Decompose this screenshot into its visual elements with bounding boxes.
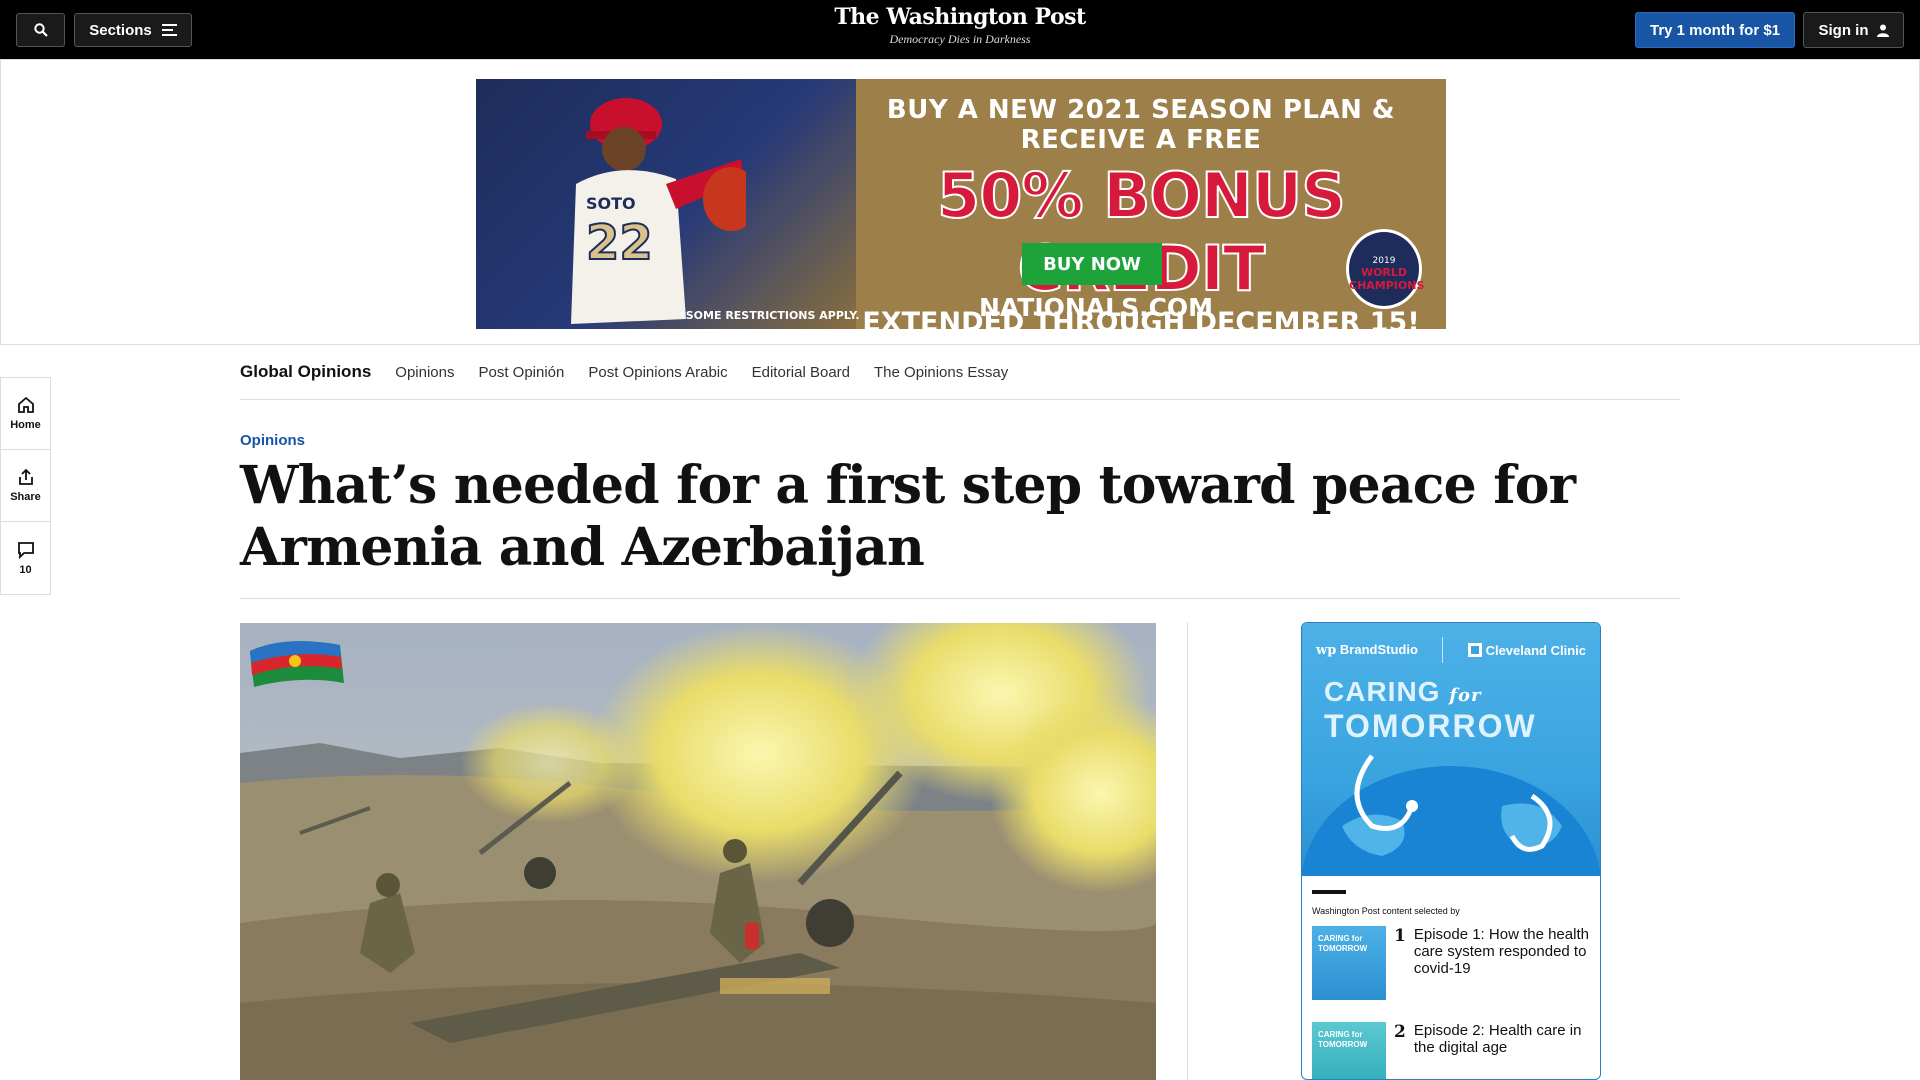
headline-divider	[240, 598, 1680, 599]
title-for: for	[1449, 685, 1482, 706]
cleveland-clinic-logo: Cleveland Clinic	[1467, 642, 1586, 658]
subnav-item-post-opinion[interactable]: Post Opinión	[478, 364, 564, 381]
subnav-item-opinions-essay[interactable]: The Opinions Essay	[874, 364, 1008, 381]
subscribe-trial-button[interactable]: Try 1 month for $1	[1635, 12, 1795, 48]
sign-in-button[interactable]: Sign in	[1803, 12, 1904, 48]
episode-1-title[interactable]: Episode 1: How the health care system re…	[1414, 926, 1590, 1000]
brandstudio-header-art: wp BrandStudio Cleveland Clinic CARING f…	[1302, 623, 1600, 876]
home-rail-label: Home	[10, 419, 41, 431]
site-logo: The Washington Post	[834, 4, 1086, 30]
top-navigation-bar: Sections The Washington Post Democracy D…	[0, 0, 1920, 59]
masthead-logo[interactable]: The Washington Post Democracy Dies in Da…	[760, 4, 1160, 47]
brandstudio-series-title: CARING for TOMORROW	[1302, 663, 1600, 743]
article-kicker[interactable]: Opinions	[240, 432, 305, 449]
nationals-ad-banner[interactable]: 22 SOTO BUY A NEW 2021 SEASON PLAN & REC…	[476, 79, 1446, 329]
sections-label: Sections	[89, 21, 152, 39]
share-rail-button[interactable]: Share	[1, 450, 50, 522]
episode-2-thumbnail[interactable]: CARING for TOMORROW	[1312, 1022, 1386, 1079]
artillery-photo	[240, 623, 1156, 1080]
left-action-rail: Home Share 10	[0, 377, 51, 595]
jersey-name: SOTO	[586, 194, 636, 213]
subnav-item-editorial-board[interactable]: Editorial Board	[752, 364, 850, 381]
ad-headline-1: BUY A NEW 2021 SEASON PLAN & RECEIVE A F…	[886, 95, 1396, 155]
brandstudio-promo-module[interactable]: wp BrandStudio Cleveland Clinic CARING f…	[1301, 622, 1601, 1080]
promo-list-item[interactable]: CARING for TOMORROW 1 Episode 1: How the…	[1302, 916, 1600, 1000]
subnav-item-opinions[interactable]: Opinions	[395, 364, 454, 381]
brandstudio-label: BrandStudio	[1339, 642, 1418, 657]
wp-brandstudio-logo: wp BrandStudio	[1316, 642, 1418, 658]
ad-buy-now-button[interactable]: BUY NOW	[1022, 243, 1162, 285]
sign-in-label: Sign in	[1818, 21, 1869, 39]
home-icon	[17, 396, 34, 413]
hamburger-icon	[161, 24, 177, 36]
label-accent-bar	[1312, 890, 1346, 894]
section-subnav: Global Opinions Opinions Post Opinión Po…	[240, 345, 1680, 400]
badge-text: WORLD CHAMPIONS	[1349, 266, 1425, 292]
sections-menu-button[interactable]: Sections	[74, 13, 192, 47]
column-divider	[1187, 622, 1188, 1080]
logo-separator	[1442, 637, 1444, 663]
brandstudio-logos: wp BrandStudio Cleveland Clinic	[1302, 623, 1600, 663]
comments-count: 10	[19, 563, 32, 576]
comments-rail-button[interactable]: 10	[1, 522, 50, 594]
ad-restrictions-note: *SOME RESTRICTIONS APPLY.	[680, 309, 860, 322]
site-tagline: Democracy Dies in Darkness	[889, 32, 1031, 46]
episode-2-title[interactable]: Episode 2: Health care in the digital ag…	[1414, 1022, 1590, 1079]
globe-stethoscope-illustration	[1302, 754, 1600, 876]
home-rail-button[interactable]: Home	[1, 378, 50, 450]
ad-container: 22 SOTO BUY A NEW 2021 SEASON PLAN & REC…	[0, 59, 1920, 345]
world-champions-badge: 2019 WORLD CHAMPIONS	[1346, 229, 1425, 309]
user-icon	[1876, 24, 1889, 37]
episode-1-number: 1	[1394, 926, 1406, 946]
promo-list-item[interactable]: CARING for TOMORROW 2 Episode 2: Health …	[1302, 1000, 1600, 1079]
share-rail-label: Share	[10, 491, 41, 503]
jersey-number: 22	[586, 215, 653, 271]
subnav-section-title[interactable]: Global Opinions	[240, 362, 371, 382]
comment-icon	[17, 541, 34, 559]
episode-2-number: 2	[1394, 1022, 1406, 1042]
cleveland-clinic-icon	[1467, 642, 1482, 657]
sponsored-label: Washington Post content selected by	[1312, 906, 1460, 916]
search-button[interactable]	[16, 13, 65, 47]
article-headline: What’s needed for a first step toward pe…	[240, 455, 1576, 578]
ad-site-url: NATIONALS.COM	[978, 293, 1214, 322]
baseball-player-illustration: 22 SOTO	[571, 98, 746, 324]
lead-image[interactable]	[240, 623, 1156, 1080]
episode-1-thumbnail[interactable]: CARING for TOMORROW	[1312, 926, 1386, 1000]
subnav-item-post-opinions-arabic[interactable]: Post Opinions Arabic	[588, 364, 727, 381]
title-caring: CARING	[1324, 676, 1441, 707]
partner-name: Cleveland Clinic	[1485, 642, 1586, 658]
share-icon	[18, 468, 33, 485]
search-icon	[33, 23, 48, 37]
